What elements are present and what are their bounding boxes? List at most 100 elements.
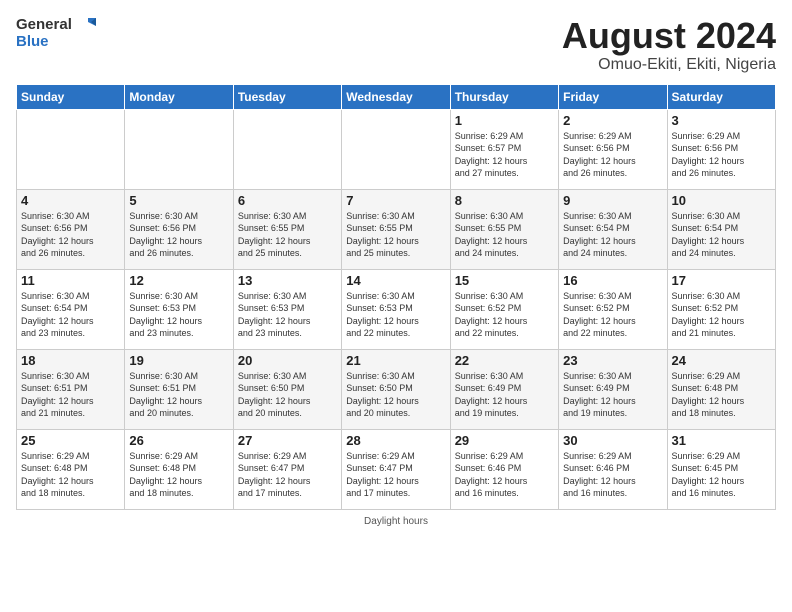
title-block: August 2024 Omuo-Ekiti, Ekiti, Nigeria	[562, 16, 776, 74]
cell-4-1: 26 Sunrise: 6:29 AM Sunset: 6:48 PM Dayli…	[125, 429, 233, 509]
cell-2-2: 13 Sunrise: 6:30 AM Sunset: 6:53 PM Dayli…	[233, 269, 341, 349]
page: General Blue August 2024 Omuo-Ekiti, Eki…	[0, 0, 792, 612]
cell-3-0: 18Sunrise: 6:30 AM Sunset: 6:51 PM Dayli…	[17, 349, 125, 429]
day-number-15: 15	[455, 273, 554, 288]
day-info-28: Sunrise: 6:29 AM Sunset: 6:47 PM Dayligh…	[346, 450, 445, 500]
cell-1-1: 5 Sunrise: 6:30 AM Sunset: 6:56 PM Daylig…	[125, 189, 233, 269]
cell-3-6: 24 Sunrise: 6:29 AM Sunset: 6:48 PM Dayli…	[667, 349, 775, 429]
day-info-27: Sunrise: 6:29 AM Sunset: 6:47 PM Dayligh…	[238, 450, 337, 500]
cell-1-3: 7Sunrise: 6:30 AM Sunset: 6:55 PM Daylig…	[342, 189, 450, 269]
day-info-25: Sunrise: 6:29 AM Sunset: 6:48 PM Dayligh…	[21, 450, 120, 500]
day-info-3: Sunrise: 6:29 AM Sunset: 6:56 PM Dayligh…	[672, 130, 771, 180]
logo-bird-icon	[78, 16, 96, 34]
calendar-header-row: SundayMondayTuesdayWednesdayThursdayFrid…	[17, 84, 776, 109]
cell-1-2: 6 Sunrise: 6:30 AM Sunset: 6:55 PM Daylig…	[233, 189, 341, 269]
cell-0-3	[342, 109, 450, 189]
day-info-1: Sunrise: 6:29 AM Sunset: 6:57 PM Dayligh…	[455, 130, 554, 180]
cell-2-1: 12 Sunrise: 6:30 AM Sunset: 6:53 PM Dayli…	[125, 269, 233, 349]
day-number-9: 9	[563, 193, 662, 208]
cell-3-2: 20 Sunrise: 6:30 AM Sunset: 6:50 PM Dayli…	[233, 349, 341, 429]
day-number-1: 1	[455, 113, 554, 128]
cell-4-0: 25 Sunrise: 6:29 AM Sunset: 6:48 PM Dayli…	[17, 429, 125, 509]
week-row-4: 18Sunrise: 6:30 AM Sunset: 6:51 PM Dayli…	[17, 349, 776, 429]
day-info-31: Sunrise: 6:29 AM Sunset: 6:45 PM Dayligh…	[672, 450, 771, 500]
cell-4-3: 28 Sunrise: 6:29 AM Sunset: 6:47 PM Dayli…	[342, 429, 450, 509]
cell-4-4: 29Sunrise: 6:29 AM Sunset: 6:46 PM Dayli…	[450, 429, 558, 509]
cell-0-0	[17, 109, 125, 189]
day-number-6: 6	[238, 193, 337, 208]
day-info-11: Sunrise: 6:30 AM Sunset: 6:54 PM Dayligh…	[21, 290, 120, 340]
day-number-21: 21	[346, 353, 445, 368]
day-info-4: Sunrise: 6:30 AM Sunset: 6:56 PM Dayligh…	[21, 210, 120, 260]
day-info-19: Sunrise: 6:30 AM Sunset: 6:51 PM Dayligh…	[129, 370, 228, 420]
day-number-11: 11	[21, 273, 120, 288]
day-info-10: Sunrise: 6:30 AM Sunset: 6:54 PM Dayligh…	[672, 210, 771, 260]
day-number-12: 12	[129, 273, 228, 288]
cell-1-4: 8Sunrise: 6:30 AM Sunset: 6:55 PM Daylig…	[450, 189, 558, 269]
cell-2-4: 15 Sunrise: 6:30 AM Sunset: 6:52 PM Dayli…	[450, 269, 558, 349]
day-info-30: Sunrise: 6:29 AM Sunset: 6:46 PM Dayligh…	[563, 450, 662, 500]
day-info-5: Sunrise: 6:30 AM Sunset: 6:56 PM Dayligh…	[129, 210, 228, 260]
footer: Daylight hours	[16, 516, 776, 527]
day-info-15: Sunrise: 6:30 AM Sunset: 6:52 PM Dayligh…	[455, 290, 554, 340]
week-row-1: 1 Sunrise: 6:29 AM Sunset: 6:57 PM Daylig…	[17, 109, 776, 189]
cell-0-1	[125, 109, 233, 189]
day-info-20: Sunrise: 6:30 AM Sunset: 6:50 PM Dayligh…	[238, 370, 337, 420]
cell-0-2	[233, 109, 341, 189]
day-number-5: 5	[129, 193, 228, 208]
cell-1-0: 4 Sunrise: 6:30 AM Sunset: 6:56 PM Daylig…	[17, 189, 125, 269]
day-info-21: Sunrise: 6:30 AM Sunset: 6:50 PM Dayligh…	[346, 370, 445, 420]
cell-3-5: 23 Sunrise: 6:30 AM Sunset: 6:49 PM Dayli…	[559, 349, 667, 429]
day-number-22: 22	[455, 353, 554, 368]
day-info-9: Sunrise: 6:30 AM Sunset: 6:54 PM Dayligh…	[563, 210, 662, 260]
cell-2-0: 11 Sunrise: 6:30 AM Sunset: 6:54 PM Dayli…	[17, 269, 125, 349]
calendar-table: SundayMondayTuesdayWednesdayThursdayFrid…	[16, 84, 776, 510]
cell-0-4: 1 Sunrise: 6:29 AM Sunset: 6:57 PM Daylig…	[450, 109, 558, 189]
day-info-23: Sunrise: 6:30 AM Sunset: 6:49 PM Dayligh…	[563, 370, 662, 420]
day-number-3: 3	[672, 113, 771, 128]
day-number-19: 19	[129, 353, 228, 368]
logo-blue: Blue	[16, 34, 96, 51]
day-info-22: Sunrise: 6:30 AM Sunset: 6:49 PM Dayligh…	[455, 370, 554, 420]
week-row-2: 4 Sunrise: 6:30 AM Sunset: 6:56 PM Daylig…	[17, 189, 776, 269]
header: General Blue August 2024 Omuo-Ekiti, Eki…	[16, 16, 776, 74]
header-tuesday: Tuesday	[233, 84, 341, 109]
cell-2-3: 14 Sunrise: 6:30 AM Sunset: 6:53 PM Dayli…	[342, 269, 450, 349]
day-number-25: 25	[21, 433, 120, 448]
day-info-17: Sunrise: 6:30 AM Sunset: 6:52 PM Dayligh…	[672, 290, 771, 340]
day-number-23: 23	[563, 353, 662, 368]
subtitle: Omuo-Ekiti, Ekiti, Nigeria	[562, 56, 776, 74]
daylight-label: Daylight hours	[364, 516, 428, 527]
day-info-14: Sunrise: 6:30 AM Sunset: 6:53 PM Dayligh…	[346, 290, 445, 340]
header-wednesday: Wednesday	[342, 84, 450, 109]
day-number-2: 2	[563, 113, 662, 128]
day-number-20: 20	[238, 353, 337, 368]
week-row-3: 11 Sunrise: 6:30 AM Sunset: 6:54 PM Dayli…	[17, 269, 776, 349]
day-number-8: 8	[455, 193, 554, 208]
day-info-13: Sunrise: 6:30 AM Sunset: 6:53 PM Dayligh…	[238, 290, 337, 340]
day-number-14: 14	[346, 273, 445, 288]
day-number-10: 10	[672, 193, 771, 208]
day-info-12: Sunrise: 6:30 AM Sunset: 6:53 PM Dayligh…	[129, 290, 228, 340]
day-number-13: 13	[238, 273, 337, 288]
day-number-27: 27	[238, 433, 337, 448]
day-number-24: 24	[672, 353, 771, 368]
day-info-18: Sunrise: 6:30 AM Sunset: 6:51 PM Dayligh…	[21, 370, 120, 420]
day-number-31: 31	[672, 433, 771, 448]
day-info-6: Sunrise: 6:30 AM Sunset: 6:55 PM Dayligh…	[238, 210, 337, 260]
cell-3-1: 19 Sunrise: 6:30 AM Sunset: 6:51 PM Dayli…	[125, 349, 233, 429]
day-number-4: 4	[21, 193, 120, 208]
day-number-26: 26	[129, 433, 228, 448]
day-info-24: Sunrise: 6:29 AM Sunset: 6:48 PM Dayligh…	[672, 370, 771, 420]
cell-3-4: 22 Sunrise: 6:30 AM Sunset: 6:49 PM Dayli…	[450, 349, 558, 429]
day-number-28: 28	[346, 433, 445, 448]
cell-2-5: 16Sunrise: 6:30 AM Sunset: 6:52 PM Dayli…	[559, 269, 667, 349]
day-info-26: Sunrise: 6:29 AM Sunset: 6:48 PM Dayligh…	[129, 450, 228, 500]
header-friday: Friday	[559, 84, 667, 109]
cell-4-6: 31 Sunrise: 6:29 AM Sunset: 6:45 PM Dayli…	[667, 429, 775, 509]
cell-2-6: 17 Sunrise: 6:30 AM Sunset: 6:52 PM Dayli…	[667, 269, 775, 349]
header-saturday: Saturday	[667, 84, 775, 109]
cell-0-6: 3 Sunrise: 6:29 AM Sunset: 6:56 PM Daylig…	[667, 109, 775, 189]
cell-1-5: 9 Sunrise: 6:30 AM Sunset: 6:54 PM Daylig…	[559, 189, 667, 269]
day-number-17: 17	[672, 273, 771, 288]
